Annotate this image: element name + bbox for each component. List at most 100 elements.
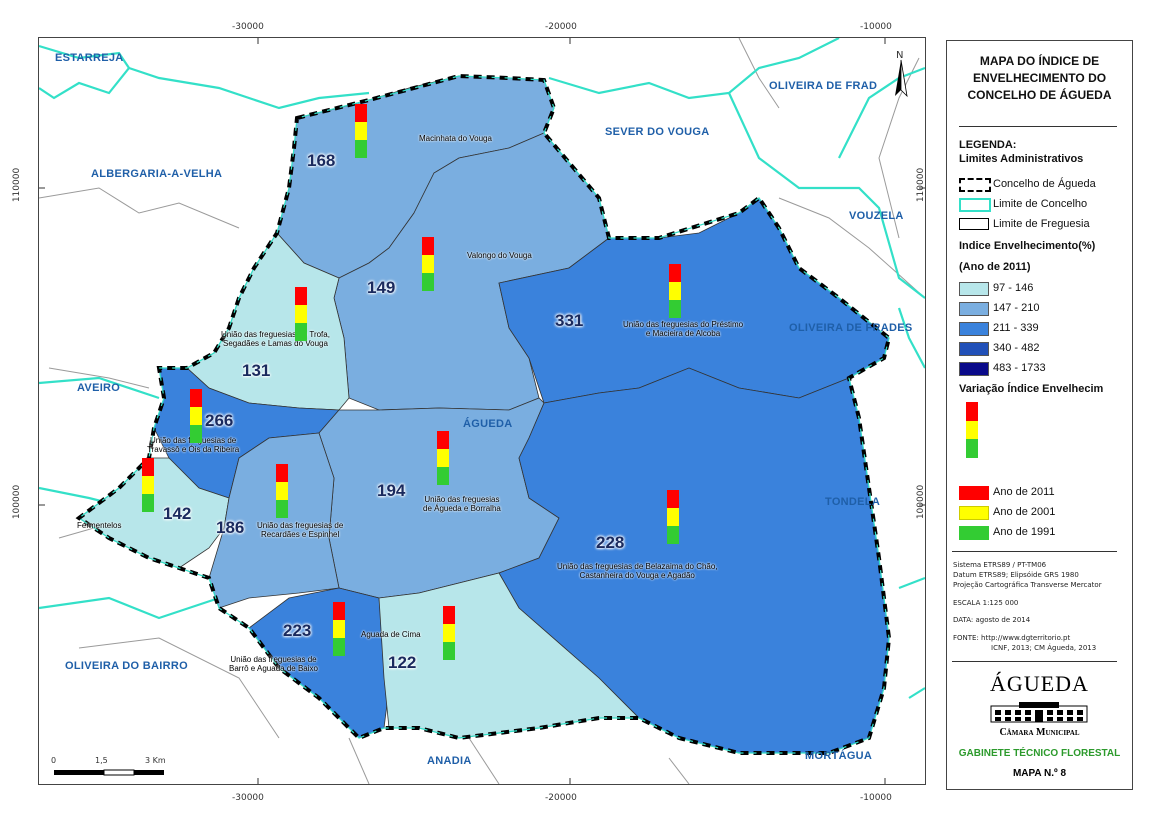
parish-prestimo: União das freguesias do Préstimo e Maciei…: [623, 320, 744, 338]
index-prestimo: 331: [555, 311, 584, 330]
map-title-3: CONCELHO DE ÁGUEDA: [967, 88, 1112, 102]
variation-heading: Variação Índice Envelhecim: [959, 383, 1104, 395]
year-label-2001: Ano de 2001: [993, 506, 1056, 518]
parish-aguada-cima: Aguada de Cima: [361, 630, 421, 639]
muni-agueda: ÁGUEDA: [463, 418, 513, 430]
index-travasso: 266: [205, 411, 234, 430]
map-canvas[interactable]: [39, 38, 925, 784]
meta-scale: ESCALA 1:125 000: [953, 599, 1019, 607]
parish-agueda: União das freguesias de Águeda e Borralha: [423, 495, 501, 513]
index-agueda: 194: [377, 481, 406, 500]
class-swatch-5: [959, 362, 989, 376]
index-recardaes: 186: [216, 518, 245, 537]
map-number: MAPA N.º 8: [1012, 768, 1067, 779]
class-swatch-1: [959, 282, 989, 296]
index-valongo: 149: [367, 278, 396, 297]
coord-bottom-1: -30000: [232, 793, 264, 803]
coord-right-2: 100000: [916, 484, 927, 520]
coord-top-2: -20000: [545, 22, 577, 32]
legend-panel: MAPA DO ÍNDICE DE ENVELHECIMENTO DO CONC…: [946, 40, 1133, 790]
legend-heading: LEGENDA:: [959, 139, 1017, 151]
index-belazaima: 228: [596, 533, 625, 552]
limit-concelho-label: Concelho de Águeda: [993, 178, 1096, 190]
coord-top-1: -30000: [232, 22, 264, 32]
muni-estarreja: ESTARREJA: [55, 52, 124, 64]
parish-macinhata: Macinhata do Vouga: [419, 134, 492, 143]
variation-bar: [443, 606, 455, 660]
meta-source: FONTE: http://www.dgterritorio.pt: [953, 634, 1071, 642]
variation-bar: [437, 431, 449, 485]
coord-left-1: 110000: [12, 167, 23, 203]
muni-oliveira-frades: OLIVEIRA DE FRADES: [789, 322, 913, 334]
map-title-2: ENVELHECIMENTO DO: [972, 71, 1107, 85]
coord-left-2: 100000: [12, 484, 23, 520]
index-aguada-cima: 122: [388, 653, 417, 672]
scale-label-1: 1,5: [95, 756, 108, 765]
scale-label-0: 0: [51, 756, 57, 765]
muni-anadia: ANADIA: [427, 755, 472, 767]
index-barro: 223: [283, 621, 312, 640]
variation-bar: [276, 464, 288, 518]
limite-concelho-swatch: [959, 198, 991, 212]
parish-recardaes: União das freguesias de Recardães e Espin…: [257, 521, 344, 539]
variation-legend-bar: [966, 402, 978, 458]
year-swatch-1991: [959, 526, 989, 540]
logo-title: ÁGUEDA: [990, 671, 1089, 696]
map-frame[interactable]: N 0 1,5 3 Km ESTARREJA ALBERGARIA-A-VELH…: [38, 37, 926, 785]
variation-bar: [667, 490, 679, 544]
class-swatch-2: [959, 302, 989, 316]
limite-freguesia-swatch: [959, 218, 989, 230]
coord-bottom-3: -10000: [860, 793, 892, 803]
variation-bar: [422, 237, 434, 291]
class-label-5: 483 - 1733: [993, 362, 1046, 374]
muni-oliveira-frad: OLIVEIRA DE FRAD: [769, 80, 878, 92]
year-swatch-2001: [959, 506, 989, 520]
year-swatch-2011: [959, 486, 989, 500]
parish-valongo: Valongo do Vouga: [467, 251, 532, 260]
index-year: (Ano de 2011): [959, 261, 1031, 273]
variation-bar: [333, 602, 345, 656]
muni-albergaria: ALBERGARIA-A-VELHA: [91, 168, 223, 180]
index-macinhata: 168: [307, 151, 336, 170]
logo-subtitle: Câmara Municipal: [999, 727, 1080, 738]
limits-heading: Limites Administrativos: [959, 153, 1084, 165]
parish-fermentelos: Fermentelos: [77, 521, 122, 530]
class-label-4: 340 - 482: [993, 342, 1040, 354]
parish-belazaima: União das freguesias de Belazaima do Chã…: [557, 562, 718, 580]
index-heading: Indice Envelhecimento(%): [959, 240, 1096, 252]
meta-system: Sistema ETRS89 / PT-TM06: [953, 561, 1047, 569]
class-label-1: 97 - 146: [993, 282, 1034, 294]
limit-parish-label: Limite de Freguesia: [993, 218, 1090, 230]
year-label-2011: Ano de 2011: [993, 486, 1055, 498]
coord-bottom-2: -20000: [545, 793, 577, 803]
limit-municipality-label: Limite de Concelho: [993, 198, 1088, 210]
variation-bar: [142, 458, 154, 512]
index-fermentelos: 142: [163, 504, 192, 523]
muni-mortagua: MORTÁGUA: [805, 750, 873, 762]
north-label: N: [896, 50, 904, 61]
parish-trofa: União das freguesias de Trofa, Segadães e…: [221, 330, 330, 348]
muni-sever: SEVER DO VOUGA: [605, 126, 710, 138]
scale-bar: [54, 769, 164, 776]
muni-vouzela: VOUZELA: [849, 210, 904, 222]
meta-projection: Projeção Cartográfica Transverse Mercato…: [953, 581, 1102, 589]
parish-barro: União das freguesias de Barrô e Aguada de…: [229, 655, 318, 673]
office-label: GABINETE TÉCNICO FLORESTAL: [958, 748, 1121, 759]
variation-bar: [295, 287, 307, 341]
meta-datum: Datum ETRS89; Elipsóide GRS 1980: [953, 571, 1079, 579]
muni-oliveira-bairro: OLIVEIRA DO BAIRRO: [65, 660, 188, 672]
year-label-1991: Ano de 1991: [993, 526, 1056, 538]
map-title-1: MAPA DO ÍNDICE DE: [979, 54, 1100, 68]
class-swatch-3: [959, 322, 989, 336]
scale-label-2: 3 Km: [145, 756, 166, 765]
concelho-swatch: [959, 178, 991, 192]
coord-top-3: -10000: [860, 22, 892, 32]
variation-bar: [190, 389, 202, 443]
coord-right-1: 110000: [916, 167, 927, 203]
north-arrow-icon: [895, 59, 908, 98]
meta-source-2: ICNF, 2013; CM Águeda, 2013: [991, 644, 1097, 652]
variation-bar: [669, 264, 681, 318]
class-label-3: 211 - 339: [993, 322, 1039, 334]
class-swatch-4: [959, 342, 989, 356]
class-label-2: 147 - 210: [993, 302, 1040, 314]
